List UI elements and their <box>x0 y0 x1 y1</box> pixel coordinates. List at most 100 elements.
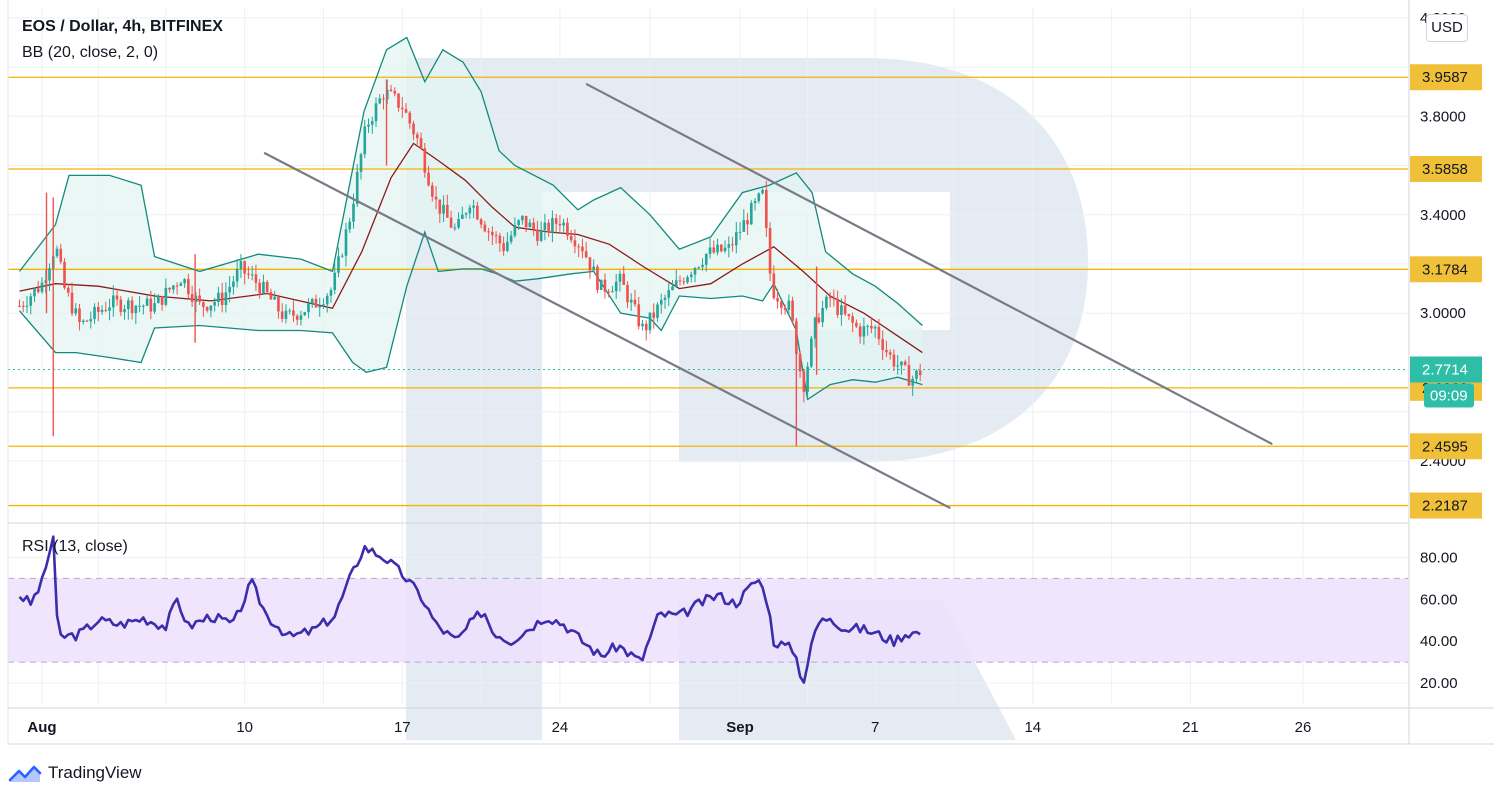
brand-label: TradingView <box>48 763 142 782</box>
candle-body <box>472 205 475 208</box>
tradingview-brand[interactable]: TradingView <box>8 760 142 786</box>
time-tick-label: 14 <box>1024 719 1041 736</box>
candle-body <box>536 229 539 241</box>
candle-body <box>382 98 385 100</box>
candle-body <box>551 218 554 233</box>
candle-body <box>164 287 168 305</box>
candle-body <box>806 366 809 392</box>
candle-body <box>322 304 325 306</box>
candle-body <box>539 229 543 241</box>
candle-body <box>588 257 592 271</box>
candle-body <box>160 296 164 305</box>
symbol-title[interactable]: EOS / Dollar, 4h, BITFINEX <box>22 18 223 36</box>
candle-body <box>66 287 70 293</box>
candle-body <box>325 295 329 305</box>
candle-body <box>310 298 314 304</box>
candle-body <box>513 225 517 236</box>
candle-body <box>746 220 749 225</box>
candle-body <box>738 231 742 233</box>
candle-body <box>292 310 295 316</box>
candle-body <box>648 312 652 331</box>
candle-body <box>749 203 753 225</box>
candle-body <box>825 296 828 309</box>
rsi-axis[interactable]: 20.00 40.00 60.00 80.00 <box>1420 549 1458 692</box>
candle-body <box>494 235 498 237</box>
candle-body <box>697 267 701 269</box>
candle-body <box>554 218 558 224</box>
candle-body <box>446 204 449 218</box>
candle-body <box>753 201 757 204</box>
time-tick-label: 17 <box>394 719 411 736</box>
candle-body <box>295 315 299 320</box>
candle-body <box>393 90 397 94</box>
candle-body <box>776 298 779 302</box>
candle-body <box>337 256 340 273</box>
candle-body <box>765 189 768 229</box>
candle-body <box>96 306 100 312</box>
candle-body <box>457 218 460 228</box>
bollinger-legend[interactable]: BB (20, close, 2, 0) <box>22 44 158 62</box>
candle-body <box>607 291 611 293</box>
candle-body <box>686 277 689 283</box>
candle-body <box>235 268 239 282</box>
candle-body <box>674 280 678 287</box>
candle-body <box>179 283 183 286</box>
candle-body <box>243 261 246 274</box>
candle-body <box>847 314 851 317</box>
candle-body <box>464 213 468 215</box>
candle-body <box>506 241 509 251</box>
candle-body <box>483 224 487 232</box>
candle-body <box>509 235 513 242</box>
level-price-tags: 3.95873.58583.17842.69692.45952.2187 <box>1410 64 1482 519</box>
candle-body <box>461 214 464 219</box>
candle-body <box>378 98 382 104</box>
candle-body <box>33 288 36 297</box>
candle-body <box>400 107 404 110</box>
candle-body <box>885 349 888 353</box>
candle-body <box>119 299 123 313</box>
candle-body <box>130 300 134 314</box>
time-tick-label: 24 <box>552 719 569 736</box>
candle-body <box>693 267 697 275</box>
candle-body <box>149 298 153 312</box>
candle-body <box>851 316 854 323</box>
candle-body <box>427 172 430 186</box>
candle-body <box>521 215 524 221</box>
currency-button[interactable]: USD <box>1426 14 1468 42</box>
candle-body <box>355 171 359 204</box>
candle-body <box>209 305 213 311</box>
candle-body <box>476 205 479 220</box>
candle-body <box>258 282 261 294</box>
time-tick-label: 10 <box>236 719 253 736</box>
time-tick-label: Sep <box>726 719 754 736</box>
candle-body <box>142 305 145 307</box>
candle-body <box>370 121 374 125</box>
candle-body <box>389 89 393 91</box>
candle-body <box>663 297 667 300</box>
candle-body <box>641 323 644 327</box>
rsi-legend[interactable]: RSI (13, close) <box>22 538 128 556</box>
candle-body <box>517 220 520 226</box>
candle-body <box>689 274 693 278</box>
candle-body <box>656 304 659 318</box>
candle-body <box>629 299 633 303</box>
candle-body <box>277 296 280 312</box>
candle-body <box>25 305 29 307</box>
candle-body <box>198 295 201 303</box>
candle-body <box>183 279 186 284</box>
level-tag-label: 2.2187 <box>1422 498 1468 515</box>
time-tick-label: Aug <box>27 719 56 736</box>
candle-body <box>652 312 656 318</box>
candle-body <box>618 273 622 282</box>
candle-body <box>175 285 179 287</box>
candle-body <box>123 309 126 313</box>
time-axis[interactable]: Aug 10 17 24 Sep 7 14 21 26 <box>27 719 1311 736</box>
price-tick-label: 3.4000 <box>1420 207 1466 224</box>
chart-canvas[interactable]: 2.40003.00003.40003.80004.2000 20.0040.0… <box>0 0 1494 797</box>
candle-body <box>577 246 580 248</box>
candle-body <box>873 326 877 329</box>
candle-body <box>780 301 783 308</box>
candle-body <box>907 364 911 386</box>
candle-body <box>603 279 607 292</box>
candle-body <box>592 266 596 271</box>
